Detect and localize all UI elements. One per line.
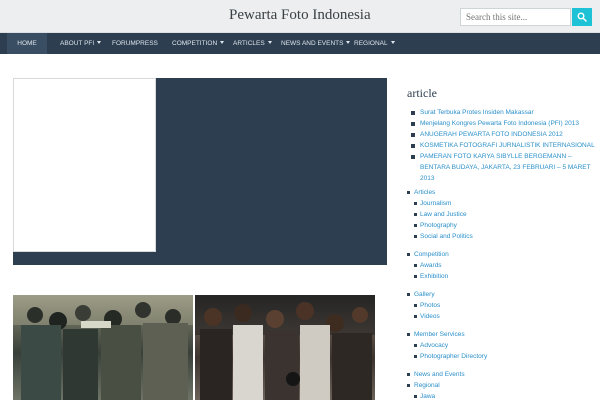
- featured-slider[interactable]: [13, 78, 387, 265]
- subcategory-link[interactable]: Exhibition: [414, 271, 597, 282]
- category-link[interactable]: Gallery: [414, 291, 435, 298]
- search-icon: [577, 12, 587, 22]
- nav-item-competition[interactable]: COMPETITION: [172, 33, 225, 54]
- subcategory-link[interactable]: Videos: [414, 311, 597, 322]
- caret-down-icon: [390, 41, 395, 44]
- recent-post-link[interactable]: Surat Terbuka Protes Insiden Makassar: [410, 107, 595, 118]
- nav-item-forumpress[interactable]: FORUMPRESS: [112, 33, 158, 54]
- nav-item-label: ABOUT PFI: [60, 40, 95, 47]
- recent-post-link[interactable]: ANUGERAH PEWARTA FOTO INDONESIA 2012: [410, 129, 595, 140]
- category-link[interactable]: Member Services: [414, 331, 465, 338]
- category-member-services: Member Services Advocacy Photographer Di…: [407, 329, 597, 362]
- subcategory-link[interactable]: Photographer Directory: [414, 351, 597, 362]
- category-link[interactable]: Articles: [414, 189, 435, 196]
- nav-item-label: REGIONAL: [354, 40, 388, 47]
- nav-item-label: ARTICLES: [233, 40, 265, 47]
- nav-item-articles[interactable]: ARTICLES: [233, 33, 272, 54]
- category-list: Articles Journalism Law and Justice Phot…: [407, 187, 597, 400]
- news-photo-crowd[interactable]: [195, 295, 375, 400]
- news-photo-police-clash[interactable]: [13, 295, 193, 400]
- slider-image-placeholder: [13, 78, 156, 252]
- main-navigation: HOME ABOUT PFI FORUMPRESS COMPETITION AR…: [0, 33, 600, 54]
- category-gallery: Gallery Photos Videos: [407, 289, 597, 322]
- nav-item-label: COMPETITION: [172, 40, 218, 47]
- category-articles: Articles Journalism Law and Justice Phot…: [407, 187, 597, 242]
- site-title[interactable]: Pewarta Foto Indonesia: [229, 7, 371, 24]
- search-button[interactable]: [572, 8, 592, 26]
- nav-item-label: FORUMPRESS: [112, 40, 158, 47]
- nav-item-home[interactable]: HOME: [7, 33, 47, 54]
- subcategory-link[interactable]: Awards: [414, 260, 597, 271]
- subcategory-link[interactable]: Law and Justice: [414, 209, 597, 220]
- caret-down-icon: [220, 41, 225, 44]
- caret-down-icon: [346, 41, 351, 44]
- category-competition: Competition Awards Exhibition: [407, 249, 597, 282]
- nav-item-news-and-events[interactable]: NEWS AND EVENTS: [281, 33, 351, 54]
- category-news-and-events: News and Events: [407, 369, 597, 380]
- category-link[interactable]: Regional: [414, 382, 440, 389]
- photo-illustration: [195, 295, 375, 400]
- category-link[interactable]: Competition: [414, 251, 449, 258]
- recent-post-link[interactable]: PAMERAN FOTO KARYA SIBYLLE BERGEMANN – B…: [410, 151, 595, 184]
- subcategory-link[interactable]: Photos: [414, 300, 597, 311]
- nav-item-label: NEWS AND EVENTS: [281, 40, 344, 47]
- recent-post-link[interactable]: Menjelang Kongres Pewarta Foto Indonesia…: [410, 118, 595, 129]
- nav-item-about-pfi[interactable]: ABOUT PFI: [60, 33, 102, 54]
- category-regional: Regional Jawa: [407, 380, 597, 400]
- photo-illustration: [13, 295, 193, 400]
- recent-posts-list: Surat Terbuka Protes Insiden Makassar Me…: [410, 107, 595, 184]
- sidebar-heading: article: [407, 86, 437, 100]
- nav-item-label: HOME: [17, 40, 37, 47]
- nav-item-regional[interactable]: REGIONAL: [354, 33, 395, 54]
- header-bar: Pewarta Foto Indonesia: [0, 0, 600, 33]
- caret-down-icon: [267, 41, 272, 44]
- subcategory-link[interactable]: Social and Politics: [414, 231, 597, 242]
- caret-down-icon: [97, 41, 102, 44]
- subcategory-link[interactable]: Photography: [414, 220, 597, 231]
- search-input[interactable]: [460, 8, 571, 26]
- category-link[interactable]: News and Events: [414, 371, 465, 378]
- recent-post-link[interactable]: KOSMETIKA FOTOGRAFI JURNALISTIK INTERNAS…: [410, 140, 595, 151]
- subcategory-link[interactable]: Advocacy: [414, 340, 597, 351]
- subcategory-link[interactable]: Jawa: [414, 391, 597, 400]
- subcategory-link[interactable]: Journalism: [414, 198, 597, 209]
